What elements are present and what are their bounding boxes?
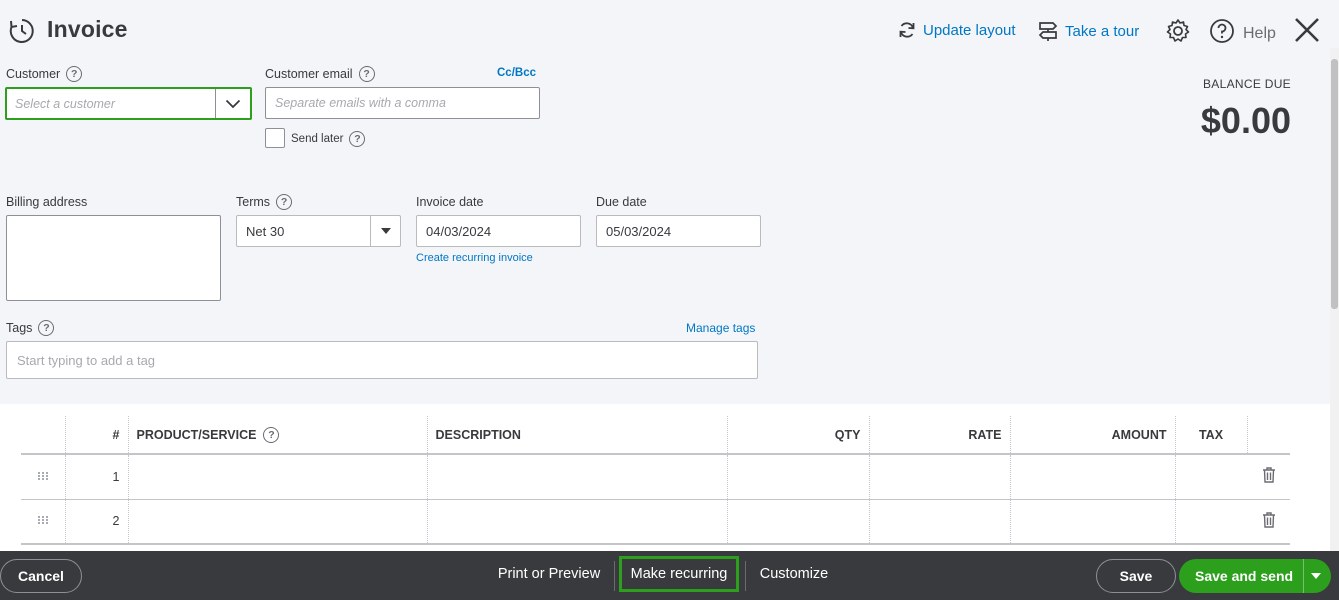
invoice-history-icon[interactable] (8, 17, 36, 45)
help-icon[interactable]: ? (38, 320, 55, 336)
make-recurring-button[interactable]: Make recurring (619, 556, 739, 592)
due-date-field[interactable]: 05/03/2024 (596, 215, 761, 247)
tags-label-group: Tags ? (6, 320, 55, 336)
column-header: TAX (1174, 416, 1247, 455)
trash-icon[interactable] (1247, 499, 1290, 545)
terms-value: Net 30 (246, 223, 285, 239)
column-header: RATE (868, 416, 1010, 455)
page-title: Invoice (47, 16, 128, 42)
help-label: Help (1243, 24, 1276, 42)
question-circle-icon (1209, 18, 1235, 49)
table-row: 2 (21, 499, 1290, 545)
terms-label-group: Terms ? (236, 194, 293, 210)
customer-label: Customer (6, 67, 61, 81)
column-header: QTY (726, 416, 869, 455)
rate-cell[interactable] (868, 499, 1010, 545)
save-and-send-button[interactable]: Save and send (1179, 559, 1331, 593)
drag-handle-icon[interactable] (21, 499, 65, 545)
help-icon[interactable]: ? (349, 131, 366, 147)
qty-cell[interactable] (726, 454, 869, 500)
balance-due-label: BALANCE DUE (1203, 77, 1291, 91)
product-cell[interactable] (127, 499, 427, 545)
gear-icon[interactable] (1165, 18, 1191, 49)
send-later-checkbox[interactable] (265, 128, 285, 148)
product-service-header: PRODUCT/SERVICE (136, 427, 257, 442)
qty-cell[interactable] (726, 499, 869, 545)
column-header: AMOUNT (1009, 416, 1175, 455)
customize-button[interactable]: Customize (752, 559, 836, 589)
caret-down-icon[interactable] (1311, 573, 1321, 579)
email-placeholder: Separate emails with a comma (275, 96, 446, 110)
tax-cell[interactable] (1174, 499, 1247, 545)
table-header-row: # PRODUCT/SERVICE ? DESCRIPTION QTY RATE… (21, 416, 1290, 455)
drag-column-header (21, 416, 65, 455)
save-and-send-label: Save and send (1195, 568, 1294, 584)
help-icon[interactable]: ? (263, 426, 280, 443)
cancel-button[interactable]: Cancel (0, 559, 82, 593)
row-number: 1 (64, 454, 128, 500)
column-header: DESCRIPTION (426, 416, 727, 455)
tags-input[interactable]: Start typing to add a tag (6, 341, 758, 379)
trash-icon[interactable] (1247, 454, 1290, 500)
tags-label: Tags (6, 321, 33, 335)
scrollbar-thumb[interactable] (1331, 59, 1338, 309)
terms-select[interactable]: Net 30 (236, 215, 401, 247)
invoice-date-label: Invoice date (416, 195, 484, 209)
billing-address-label: Billing address (6, 195, 88, 209)
table-row: 1 (21, 454, 1290, 500)
column-header-product: PRODUCT/SERVICE ? (127, 416, 427, 455)
chevron-down-icon[interactable] (216, 89, 250, 118)
line-items-panel: # PRODUCT/SERVICE ? DESCRIPTION QTY RATE… (0, 404, 1330, 551)
description-cell[interactable] (426, 499, 727, 545)
customer-select[interactable]: Select a customer (5, 87, 252, 120)
description-cell[interactable] (426, 454, 727, 500)
divider (614, 561, 615, 591)
amount-cell[interactable] (1009, 499, 1175, 545)
footer-bar: Cancel Print or Preview Make recurring C… (0, 551, 1339, 600)
delete-column-header (1246, 416, 1290, 455)
caret-down-icon[interactable] (370, 216, 400, 246)
divider (1303, 559, 1304, 593)
help-icon[interactable]: ? (276, 194, 293, 210)
balance-due-amount: $0.00 (1200, 100, 1291, 141)
email-label: Customer email (265, 67, 353, 81)
take-tour-button[interactable]: Take a tour (1037, 20, 1139, 42)
create-recurring-link[interactable]: Create recurring invoice (416, 252, 533, 264)
customer-label-group: Customer ? (6, 66, 83, 82)
drag-handle-icon[interactable] (21, 454, 65, 500)
line-items-table: # PRODUCT/SERVICE ? DESCRIPTION QTY RATE… (21, 416, 1290, 545)
email-field[interactable]: Separate emails with a comma (265, 87, 540, 119)
help-icon[interactable]: ? (66, 66, 83, 82)
send-later-group: Send later ? (291, 131, 366, 147)
invoice-date-field[interactable]: 04/03/2024 (416, 215, 581, 247)
send-later-label: Send later (291, 133, 344, 145)
email-label-group: Customer email ? (265, 66, 375, 82)
invoice-date-value: 04/03/2024 (426, 223, 492, 239)
help-icon[interactable]: ? (358, 66, 375, 82)
customer-input[interactable]: Select a customer (15, 97, 115, 111)
update-layout-label: Update layout (923, 21, 1016, 39)
row-number: 2 (64, 499, 128, 545)
terms-label: Terms (236, 195, 271, 209)
amount-cell[interactable] (1009, 454, 1175, 500)
signpost-icon (1037, 20, 1059, 42)
tax-cell[interactable] (1174, 454, 1247, 500)
save-button[interactable]: Save (1096, 559, 1176, 593)
divider (745, 561, 746, 591)
update-layout-button[interactable]: Update layout (897, 20, 1016, 40)
close-icon[interactable] (1293, 16, 1321, 49)
rate-cell[interactable] (868, 454, 1010, 500)
column-header: # (64, 416, 128, 455)
take-tour-label: Take a tour (1065, 22, 1140, 40)
print-preview-button[interactable]: Print or Preview (490, 559, 608, 589)
help-button[interactable]: Help (1209, 18, 1276, 49)
cc-bcc-link[interactable]: Cc/Bcc (497, 67, 536, 79)
refresh-icon (897, 20, 917, 40)
manage-tags-link[interactable]: Manage tags (686, 321, 755, 335)
due-date-label: Due date (596, 195, 647, 209)
tags-placeholder: Start typing to add a tag (17, 352, 156, 368)
product-cell[interactable] (127, 454, 427, 500)
billing-address-field[interactable] (6, 215, 221, 301)
due-date-value: 05/03/2024 (606, 223, 672, 239)
